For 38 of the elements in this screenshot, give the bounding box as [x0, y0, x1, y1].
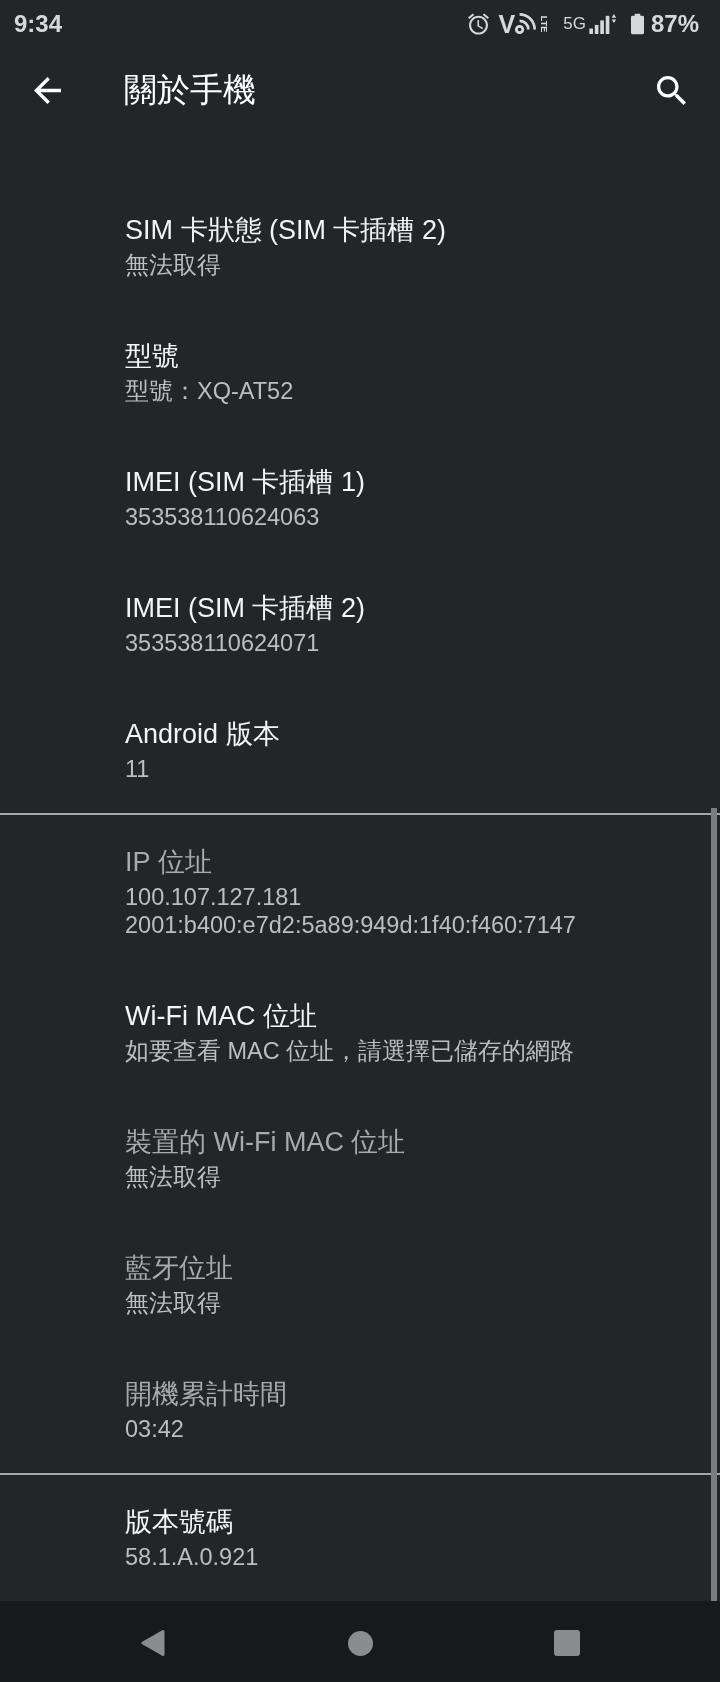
setting-value: 100.107.127.181	[125, 883, 302, 911]
setting-title[interactable]: Wi-Fi MAC 位址	[125, 999, 317, 1033]
network-type: 5G	[563, 14, 586, 34]
page-title: 關於手機	[124, 70, 257, 110]
signal-bars-icon	[588, 14, 617, 34]
setting-title[interactable]: IMEI (SIM 卡插槽 2)	[125, 591, 365, 625]
setting-title[interactable]: 型號	[125, 339, 179, 373]
setting-value: 353538110624071	[125, 629, 320, 657]
volte-letter: V	[498, 11, 516, 37]
setting-value: 無法取得	[125, 1289, 221, 1317]
setting-title: 開機累計時間	[125, 1378, 287, 1411]
back-arrow-icon	[34, 76, 61, 104]
setting-value: 353538110624063	[125, 503, 320, 531]
setting-value: 11	[125, 755, 150, 783]
setting-title[interactable]: Android 版本	[125, 717, 280, 751]
setting-value: 無法取得	[125, 251, 221, 279]
setting-title[interactable]: SIM 卡狀態 (SIM 卡插槽 2)	[125, 213, 446, 247]
setting-value: 型號：XQ-AT52	[125, 377, 294, 405]
status-time: 9:34	[14, 10, 63, 38]
setting-value: 無法取得	[125, 1163, 221, 1191]
lte-label: LTE	[539, 15, 550, 33]
search-icon	[657, 75, 686, 105]
setting-title: 裝置的 Wi-Fi MAC 位址	[125, 1126, 406, 1159]
battery-percentage: 87%	[650, 10, 699, 38]
setting-title: IP 位址	[125, 846, 212, 879]
setting-title[interactable]: 版本號碼	[125, 1505, 233, 1539]
setting-value: 2001:b400:e7d2:5a89:949d:1f40:f460:7147	[125, 911, 576, 939]
setting-value: 03:42	[125, 1415, 184, 1443]
setting-value: 如要查看 MAC 位址，請選擇已儲存的網路	[125, 1037, 575, 1065]
triangle-back-icon	[141, 1629, 165, 1657]
setting-title: 藍牙位址	[125, 1252, 233, 1285]
setting-value: 58.1.A.0.921	[125, 1543, 259, 1571]
battery-icon	[630, 13, 644, 35]
square-recents-icon	[554, 1630, 580, 1656]
alarm-clock-icon	[467, 13, 489, 35]
home-circle-icon	[347, 1630, 373, 1656]
wave-arcs-icon	[515, 13, 538, 35]
setting-title[interactable]: IMEI (SIM 卡插槽 1)	[125, 465, 365, 499]
